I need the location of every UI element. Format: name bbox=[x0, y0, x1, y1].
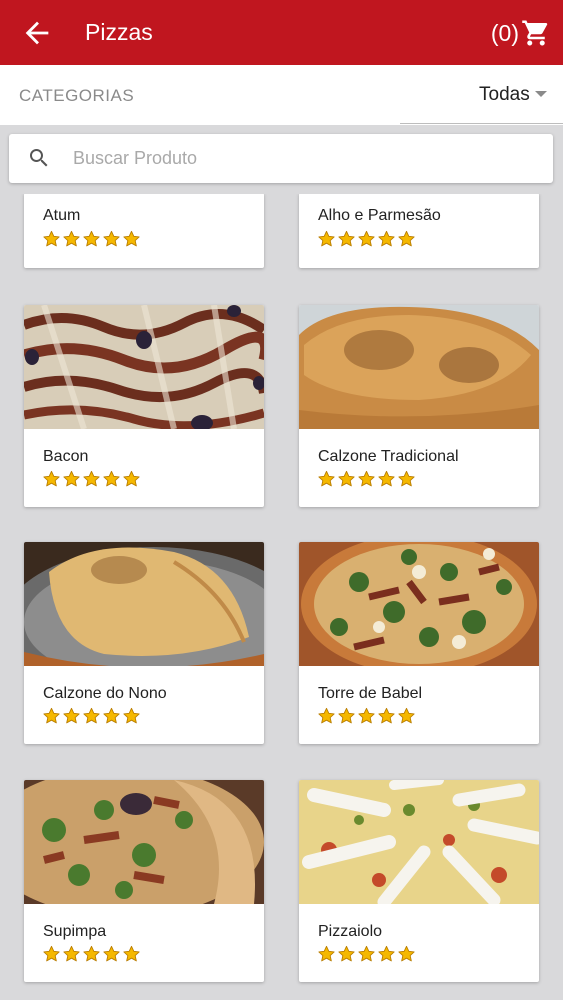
star-icon bbox=[82, 470, 101, 488]
star-icon bbox=[122, 707, 141, 725]
star-icon bbox=[42, 470, 61, 488]
star-icon bbox=[102, 945, 121, 963]
star-icon bbox=[377, 945, 396, 963]
page-title: Pizzas bbox=[85, 19, 153, 45]
product-name: Supimpa bbox=[43, 923, 107, 940]
cart-count: (0) bbox=[490, 19, 519, 46]
product-rating bbox=[317, 230, 416, 248]
star-icon bbox=[317, 945, 336, 963]
product-image bbox=[24, 542, 264, 666]
product-name: Alho e Parmesão bbox=[318, 207, 441, 224]
category-label: CATEGORIAS bbox=[19, 86, 135, 105]
product-image bbox=[299, 780, 539, 904]
star-icon bbox=[317, 470, 336, 488]
back-arrow-icon[interactable] bbox=[20, 16, 54, 50]
app-bar: Pizzas (0) bbox=[0, 0, 563, 65]
search-icon bbox=[30, 149, 48, 167]
star-icon bbox=[42, 945, 61, 963]
product-rating bbox=[42, 230, 141, 248]
product-grid: Atum Alho e Parmesão Bacon Calzone Tradi… bbox=[0, 194, 563, 1000]
product-rating bbox=[42, 945, 141, 963]
product-name: Bacon bbox=[43, 448, 89, 465]
star-icon bbox=[122, 470, 141, 488]
category-selected-value: Todas bbox=[479, 84, 530, 105]
star-icon bbox=[337, 945, 356, 963]
product-rating bbox=[42, 707, 141, 725]
star-icon bbox=[82, 230, 101, 248]
star-icon bbox=[337, 707, 356, 725]
star-icon bbox=[357, 707, 376, 725]
star-icon bbox=[62, 230, 81, 248]
cart-button[interactable]: (0) bbox=[491, 16, 551, 50]
search-input[interactable] bbox=[73, 142, 533, 174]
product-rating bbox=[317, 707, 416, 725]
product-image bbox=[24, 780, 264, 904]
category-bar: CATEGORIAS Todas bbox=[0, 65, 563, 125]
product-image bbox=[24, 305, 264, 429]
star-icon bbox=[122, 230, 141, 248]
star-icon bbox=[357, 230, 376, 248]
product-name: Pizzaiolo bbox=[318, 923, 383, 940]
category-select[interactable]: Todas bbox=[400, 65, 563, 124]
star-icon bbox=[397, 945, 416, 963]
star-icon bbox=[377, 230, 396, 248]
star-icon bbox=[102, 230, 121, 248]
star-icon bbox=[377, 470, 396, 488]
star-icon bbox=[102, 470, 121, 488]
product-rating bbox=[317, 470, 416, 488]
star-icon bbox=[397, 470, 416, 488]
star-icon bbox=[357, 945, 376, 963]
star-icon bbox=[337, 470, 356, 488]
product-image bbox=[299, 305, 539, 429]
product-card-alho-e-parmesao[interactable]: Alho e Parmesão bbox=[299, 194, 539, 268]
star-icon bbox=[317, 230, 336, 248]
product-name: Calzone Tradicional bbox=[318, 448, 459, 465]
star-icon bbox=[102, 707, 121, 725]
star-icon bbox=[82, 707, 101, 725]
star-icon bbox=[42, 230, 61, 248]
product-card-calzone-tradicional[interactable]: Calzone Tradicional bbox=[299, 305, 539, 507]
product-image bbox=[299, 542, 539, 666]
star-icon bbox=[62, 945, 81, 963]
product-card-pizzaiolo[interactable]: Pizzaiolo bbox=[299, 780, 539, 982]
star-icon bbox=[62, 707, 81, 725]
product-rating bbox=[42, 470, 141, 488]
product-name: Atum bbox=[43, 207, 81, 224]
star-icon bbox=[397, 230, 416, 248]
star-icon bbox=[337, 230, 356, 248]
star-icon bbox=[42, 707, 61, 725]
star-icon bbox=[377, 707, 396, 725]
product-card-atum[interactable]: Atum bbox=[24, 194, 264, 268]
star-icon bbox=[397, 707, 416, 725]
shopping-cart-icon bbox=[522, 20, 548, 46]
product-card-torre-de-babel[interactable]: Torre de Babel bbox=[299, 542, 539, 744]
product-card-supimpa[interactable]: Supimpa bbox=[24, 780, 264, 982]
product-rating bbox=[317, 945, 416, 963]
dropdown-caret-icon bbox=[535, 91, 547, 97]
star-icon bbox=[122, 945, 141, 963]
star-icon bbox=[62, 470, 81, 488]
star-icon bbox=[317, 707, 336, 725]
product-card-bacon[interactable]: Bacon bbox=[24, 305, 264, 507]
search-bar bbox=[9, 134, 553, 183]
product-name: Torre de Babel bbox=[318, 685, 423, 702]
product-card-calzone-do-nono[interactable]: Calzone do Nono bbox=[24, 542, 264, 744]
star-icon bbox=[357, 470, 376, 488]
product-name: Calzone do Nono bbox=[43, 685, 167, 702]
star-icon bbox=[82, 945, 101, 963]
